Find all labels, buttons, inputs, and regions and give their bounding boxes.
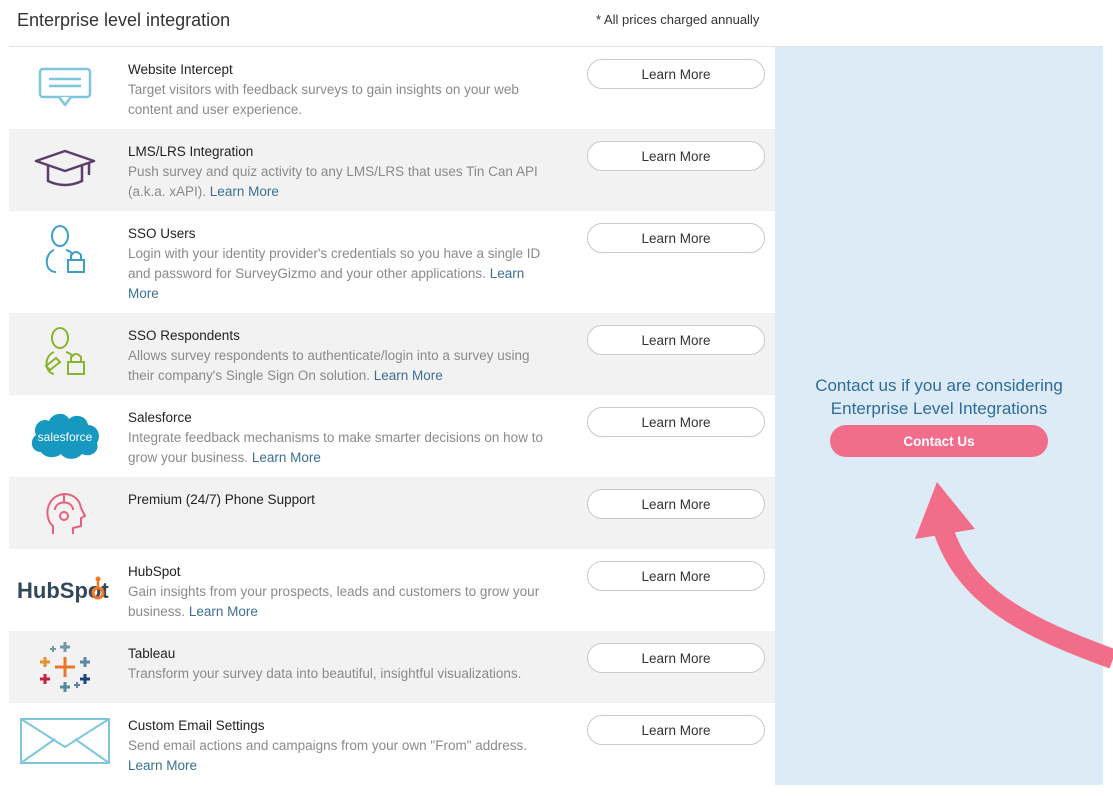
integration-description: Target visitors with feedback surveys to…: [128, 82, 519, 117]
integration-title: Salesforce: [128, 410, 192, 425]
salesforce-logo-text: salesforce: [38, 430, 93, 444]
integration-description: Gain insights from your prospects, leads…: [128, 584, 540, 619]
integration-row-lms-lrs: LMS/LRS Integration Push survey and quiz…: [9, 129, 775, 211]
learn-more-button[interactable]: Learn More: [587, 223, 765, 253]
integration-title: Tableau: [128, 646, 176, 661]
integration-title: Custom Email Settings: [128, 718, 265, 733]
envelope-icon: [17, 713, 113, 769]
salesforce-logo: salesforce: [17, 407, 113, 463]
learn-more-button[interactable]: Learn More: [587, 715, 765, 745]
integration-row-phone-support: Premium (24/7) Phone Support Learn More: [9, 477, 775, 549]
integration-title: SSO Users: [128, 226, 196, 241]
integration-title: LMS/LRS Integration: [128, 144, 254, 159]
integration-row-salesforce: salesforce Salesforce Integrate feedback…: [9, 395, 775, 477]
integration-row-custom-email: Custom Email Settings Send email actions…: [9, 703, 775, 785]
learn-more-button[interactable]: Learn More: [587, 561, 765, 591]
integration-row-website-intercept: Website Intercept Target visitors with f…: [9, 47, 775, 129]
headset-icon: [17, 485, 113, 541]
integration-row-sso-respondents: SSO Respondents Allows survey respondent…: [9, 313, 775, 395]
learn-more-link[interactable]: Learn More: [374, 368, 443, 383]
graduation-cap-icon: [17, 141, 113, 197]
integration-title: HubSpot: [128, 564, 181, 579]
learn-more-link[interactable]: Learn More: [128, 758, 197, 773]
learn-more-link[interactable]: Learn More: [252, 450, 321, 465]
contact-panel: Contact us if you are considering Enterp…: [775, 47, 1103, 785]
tableau-logo: [17, 639, 113, 695]
learn-more-button[interactable]: Learn More: [587, 407, 765, 437]
integration-description: Login with your identity provider's cred…: [128, 246, 541, 301]
integration-description: Transform your survey data into beautifu…: [128, 666, 522, 681]
integration-description: Send email actions and campaigns from yo…: [128, 738, 528, 773]
integration-description: Integrate feedback mechanisms to make sm…: [128, 430, 543, 465]
contact-message-line-1: Contact us if you are considering: [815, 376, 1063, 395]
contact-message-line-2: Enterprise Level Integrations: [830, 399, 1048, 418]
integration-title: Website Intercept: [128, 62, 233, 77]
integration-description: Push survey and quiz activity to any LMS…: [128, 164, 538, 199]
integration-row-sso-users: SSO Users Login with your identity provi…: [9, 211, 775, 313]
integration-row-hubspot: HubSpot HubSpot Gain insights from your …: [9, 549, 775, 631]
integration-row-tableau: Tableau Transform your survey data into …: [9, 631, 775, 703]
learn-more-link[interactable]: Learn More: [210, 184, 279, 199]
integration-list: Website Intercept Target visitors with f…: [9, 47, 775, 785]
learn-more-button[interactable]: Learn More: [587, 141, 765, 171]
pricing-note: * All prices charged annually: [596, 12, 760, 27]
hubspot-logo: HubSpot: [17, 563, 113, 619]
user-lock-icon: [17, 221, 113, 277]
learn-more-button[interactable]: Learn More: [587, 59, 765, 89]
learn-more-button[interactable]: Learn More: [587, 643, 765, 673]
respondent-lock-icon: [17, 323, 113, 379]
integration-title: SSO Respondents: [128, 328, 240, 343]
learn-more-button[interactable]: Learn More: [587, 489, 765, 519]
section-title: Enterprise level integration: [17, 10, 231, 30]
chat-bubble-icon: [17, 59, 113, 115]
learn-more-button[interactable]: Learn More: [587, 325, 765, 355]
integration-title: Premium (24/7) Phone Support: [128, 492, 315, 507]
integration-description: Allows survey respondents to authenticat…: [128, 348, 530, 383]
contact-message: Contact us if you are considering Enterp…: [775, 374, 1103, 420]
learn-more-link[interactable]: Learn More: [189, 604, 258, 619]
contact-us-button[interactable]: Contact Us: [830, 425, 1048, 457]
